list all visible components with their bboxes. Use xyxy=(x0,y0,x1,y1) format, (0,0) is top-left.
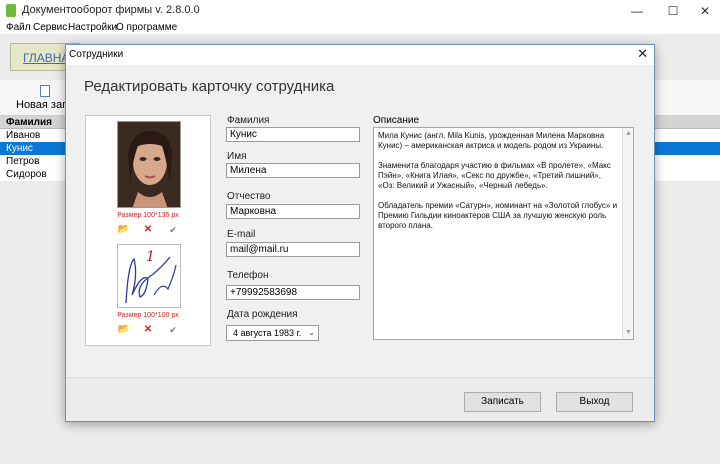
phone-label: Телефон xyxy=(227,270,269,281)
photo-size-label: Размер 100*135 px xyxy=(117,212,179,219)
birth-date-picker[interactable]: 4 августа 1983 г. ⌄ xyxy=(226,325,319,341)
first-name-field[interactable]: Милена xyxy=(226,163,360,178)
description-paragraph: Знаменита благодаря участию в фильмах «В… xyxy=(378,161,611,190)
email-field[interactable]: mail@mail.ru xyxy=(226,242,360,257)
dialog-footer: Записать Выход xyxy=(66,377,654,421)
menu-file[interactable]: Файл xyxy=(6,22,31,33)
first-name-label: Имя xyxy=(227,151,247,162)
delete-x-icon[interactable]: ✕ xyxy=(141,224,155,236)
dialog-title: Сотрудники xyxy=(69,49,124,60)
description-paragraph: Мила Кунис (англ. Mila Kunis, урожденная… xyxy=(378,131,605,150)
scroll-down-icon[interactable]: ▼ xyxy=(625,328,632,338)
birth-date-value: 4 августа 1983 г. xyxy=(233,328,302,338)
menu-settings[interactable]: Настройки xyxy=(68,22,117,33)
signature-image: 1 xyxy=(117,244,181,308)
dialog-titlebar: Сотрудники ✕ xyxy=(66,45,654,65)
employee-photo xyxy=(117,121,181,208)
close-button[interactable]: ✕ xyxy=(694,2,716,20)
birth-date-label: Дата рождения xyxy=(227,309,298,320)
app-title: Документооборот фирмы v. 2.8.0.0 xyxy=(22,4,200,16)
email-label: E-mail xyxy=(227,229,256,240)
description-textarea[interactable]: Мила Кунис (англ. Mila Kunis, урожденная… xyxy=(373,127,634,340)
menu-bar: Файл Сервис Настройки О программе xyxy=(0,22,720,34)
last-name-field[interactable]: Кунис xyxy=(226,127,360,142)
description-paragraph: Обладатель премии «Сатурн», номинант на … xyxy=(378,201,618,230)
chevron-down-icon[interactable]: ⌄ xyxy=(308,326,315,340)
employee-dialog: Сотрудники ✕ Редактировать карточку сотр… xyxy=(65,44,655,422)
delete-x-icon[interactable]: ✕ xyxy=(141,324,155,336)
patronymic-field[interactable]: Марковна xyxy=(226,204,360,219)
maximize-button[interactable]: ☐ xyxy=(662,2,684,20)
patronymic-label: Отчество xyxy=(227,191,271,202)
scroll-up-icon[interactable]: ▲ xyxy=(625,129,632,139)
app-titlebar: Документооборот фирмы v. 2.8.0.0 — ☐ ✕ xyxy=(0,0,720,22)
new-document-icon[interactable] xyxy=(40,85,50,97)
signature-size-label: Размер 100*100 px xyxy=(117,312,179,319)
description-label: Описание xyxy=(373,115,420,126)
last-name-label: Фамилия xyxy=(227,115,270,126)
menu-service[interactable]: Сервис xyxy=(33,22,67,33)
folder-icon[interactable]: 📂 xyxy=(117,324,131,336)
description-scrollbar[interactable]: ▲ ▼ xyxy=(622,128,633,339)
check-icon[interactable]: ✔ xyxy=(166,224,180,236)
phone-field[interactable]: +79992583698 xyxy=(226,285,360,300)
check-icon[interactable]: ✔ xyxy=(166,324,180,336)
minimize-button[interactable]: — xyxy=(626,2,648,20)
signature-mark: 1 xyxy=(146,249,155,265)
dialog-heading: Редактировать карточку сотрудника xyxy=(84,78,335,95)
app-logo-icon xyxy=(6,4,16,17)
dialog-close-button[interactable]: ✕ xyxy=(637,46,648,62)
exit-button[interactable]: Выход xyxy=(556,392,633,412)
menu-about[interactable]: О программе xyxy=(116,22,177,33)
folder-icon[interactable]: 📂 xyxy=(117,224,131,236)
photo-panel: Размер 100*135 px 📂 ✕ ✔ 1 Размер 100*100… xyxy=(85,115,211,346)
save-button[interactable]: Записать xyxy=(464,392,541,412)
